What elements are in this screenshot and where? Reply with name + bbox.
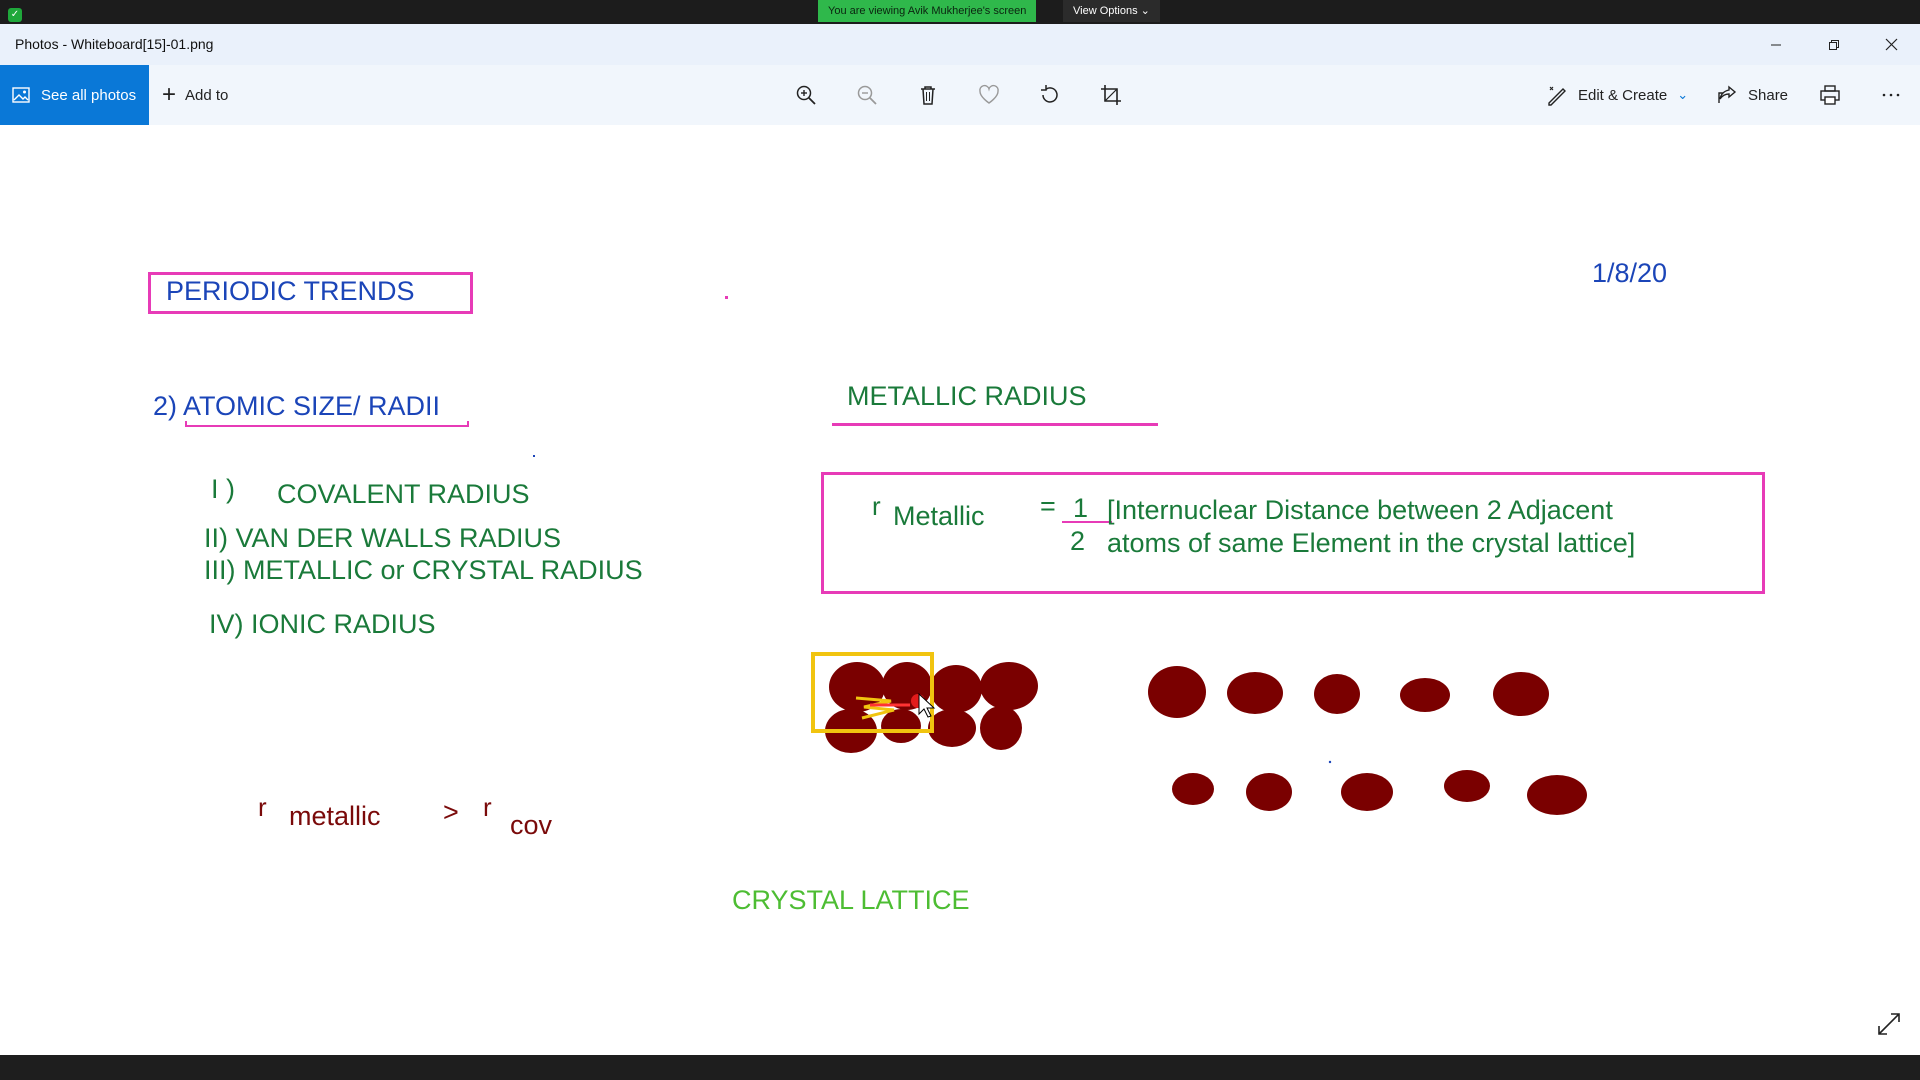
photos-toolbar: See all photos + Add to Edit & Create ⌄ … <box>0 65 1920 125</box>
list-item-1-number: I ) <box>211 474 235 504</box>
atom <box>1400 678 1450 712</box>
formula-definition-line-2: atoms of same Element in the crystal lat… <box>1107 528 1636 558</box>
see-all-photos-label: See all photos <box>41 86 137 104</box>
zoom-in-button[interactable] <box>791 80 821 110</box>
close-button[interactable] <box>1862 24 1920 65</box>
zoom-in-icon <box>796 85 816 105</box>
edit-create-button[interactable]: Edit & Create ⌄ <box>1546 65 1688 125</box>
plus-icon: + <box>162 81 177 108</box>
minimize-button[interactable] <box>1747 24 1805 65</box>
list-item-2: II) VAN DER WALLS RADIUS <box>204 523 562 553</box>
comparison-metallic-subscript: metallic <box>289 801 381 831</box>
crop-icon <box>1101 85 1121 105</box>
atom <box>1527 775 1587 815</box>
zoom-out-icon <box>857 85 877 105</box>
bottom-bar <box>0 1055 1920 1080</box>
expand-fullscreen-button[interactable] <box>1876 1011 1902 1037</box>
chevron-down-icon: ⌄ <box>1140 5 1150 17</box>
atom <box>930 665 982 713</box>
atom <box>1314 674 1360 714</box>
restore-button[interactable] <box>1805 24 1863 65</box>
edit-create-icon <box>1548 86 1566 106</box>
crystal-lattice-drawing <box>811 652 1587 815</box>
share-label: Share <box>1748 86 1789 104</box>
crop-button[interactable] <box>1096 80 1126 110</box>
edit-create-label: Edit & Create <box>1578 86 1668 104</box>
delete-button[interactable] <box>913 80 943 110</box>
add-to-label: Add to <box>185 86 229 104</box>
comparison-cov-subscript: cov <box>510 810 553 840</box>
atom <box>1493 672 1549 716</box>
blue-dot <box>1328 760 1332 764</box>
view-options-label: View Options <box>1073 5 1138 17</box>
formula-subscript: Metallic <box>893 501 985 531</box>
more-icon <box>1882 93 1900 97</box>
more-options-button[interactable] <box>1876 80 1906 110</box>
zoom-out-button[interactable] <box>852 80 882 110</box>
atom <box>1172 773 1214 805</box>
comparison-greater-than: > <box>443 797 459 827</box>
formula-equals: = <box>1040 491 1056 521</box>
pink-dot <box>725 296 728 299</box>
print-button[interactable] <box>1815 80 1845 110</box>
rotate-button[interactable] <box>1035 80 1065 110</box>
expand-icon <box>1878 1013 1900 1035</box>
share-button[interactable]: Share <box>1716 65 1788 125</box>
share-icon <box>1718 85 1737 103</box>
atom <box>1227 672 1283 714</box>
viewing-screen-label: You are viewing Avik Mukherjee's screen <box>818 0 1037 22</box>
rotate-icon <box>1041 85 1058 103</box>
view-options-button[interactable]: View Options ⌄ <box>1063 0 1160 22</box>
add-to-button[interactable]: + Add to <box>162 65 228 125</box>
blue-dot <box>533 455 535 457</box>
list-item-4: IV) IONIC RADIUS <box>209 609 436 639</box>
window-titlebar: Photos - Whiteboard[15]-01.png <box>0 24 1920 65</box>
atom <box>1148 666 1206 718</box>
section-underline <box>185 421 469 427</box>
whiteboard-date: 1/8/20 <box>1592 258 1668 288</box>
screen-share-banner: ✓ You are viewing Avik Mukherjee's scree… <box>0 0 1920 24</box>
comparison-r-metallic: r <box>258 792 267 822</box>
atom <box>1444 770 1490 802</box>
atom <box>1341 773 1393 811</box>
photos-icon <box>12 87 30 103</box>
see-all-photos-button[interactable]: See all photos <box>0 65 149 125</box>
trash-icon <box>921 86 935 105</box>
whiteboard-title: PERIODIC TRENDS <box>166 276 415 306</box>
atom <box>1246 773 1292 811</box>
crystal-lattice-caption: CRYSTAL LATTICE <box>732 885 970 915</box>
atom <box>980 662 1038 710</box>
formula-numerator: 1 <box>1073 493 1089 523</box>
atom <box>980 706 1022 750</box>
shield-icon: ✓ <box>8 8 22 22</box>
fraction-bar <box>1062 521 1112 523</box>
formula-r: r <box>872 491 881 521</box>
close-icon <box>1885 38 1897 51</box>
formula-denominator: 2 <box>1070 526 1086 556</box>
list-item-3: III) METALLIC or CRYSTAL RADIUS <box>204 555 643 585</box>
metallic-underline <box>832 423 1158 426</box>
section-heading: 2) ATOMIC SIZE/ RADII <box>153 391 441 421</box>
metallic-radius-heading: METALLIC RADIUS <box>847 381 1087 411</box>
window-title: Photos - Whiteboard[15]-01.png <box>15 36 214 52</box>
favorite-button[interactable] <box>974 80 1004 110</box>
restore-icon <box>1829 39 1839 50</box>
comparison-r-cov: r <box>483 792 492 822</box>
chevron-down-icon: ⌄ <box>1677 87 1689 102</box>
formula-definition-line-1: [Internuclear Distance between 2 Adjacen… <box>1107 495 1613 525</box>
heart-icon <box>979 84 999 104</box>
photo-viewer-canvas: PERIODIC TRENDS 1/8/20 2) ATOMIC SIZE/ R… <box>0 125 1920 1055</box>
list-item-1-text: COVALENT RADIUS <box>277 479 530 509</box>
atom <box>881 709 921 743</box>
minimize-icon <box>1771 44 1781 45</box>
print-icon <box>1820 85 1840 105</box>
atom <box>928 709 976 747</box>
